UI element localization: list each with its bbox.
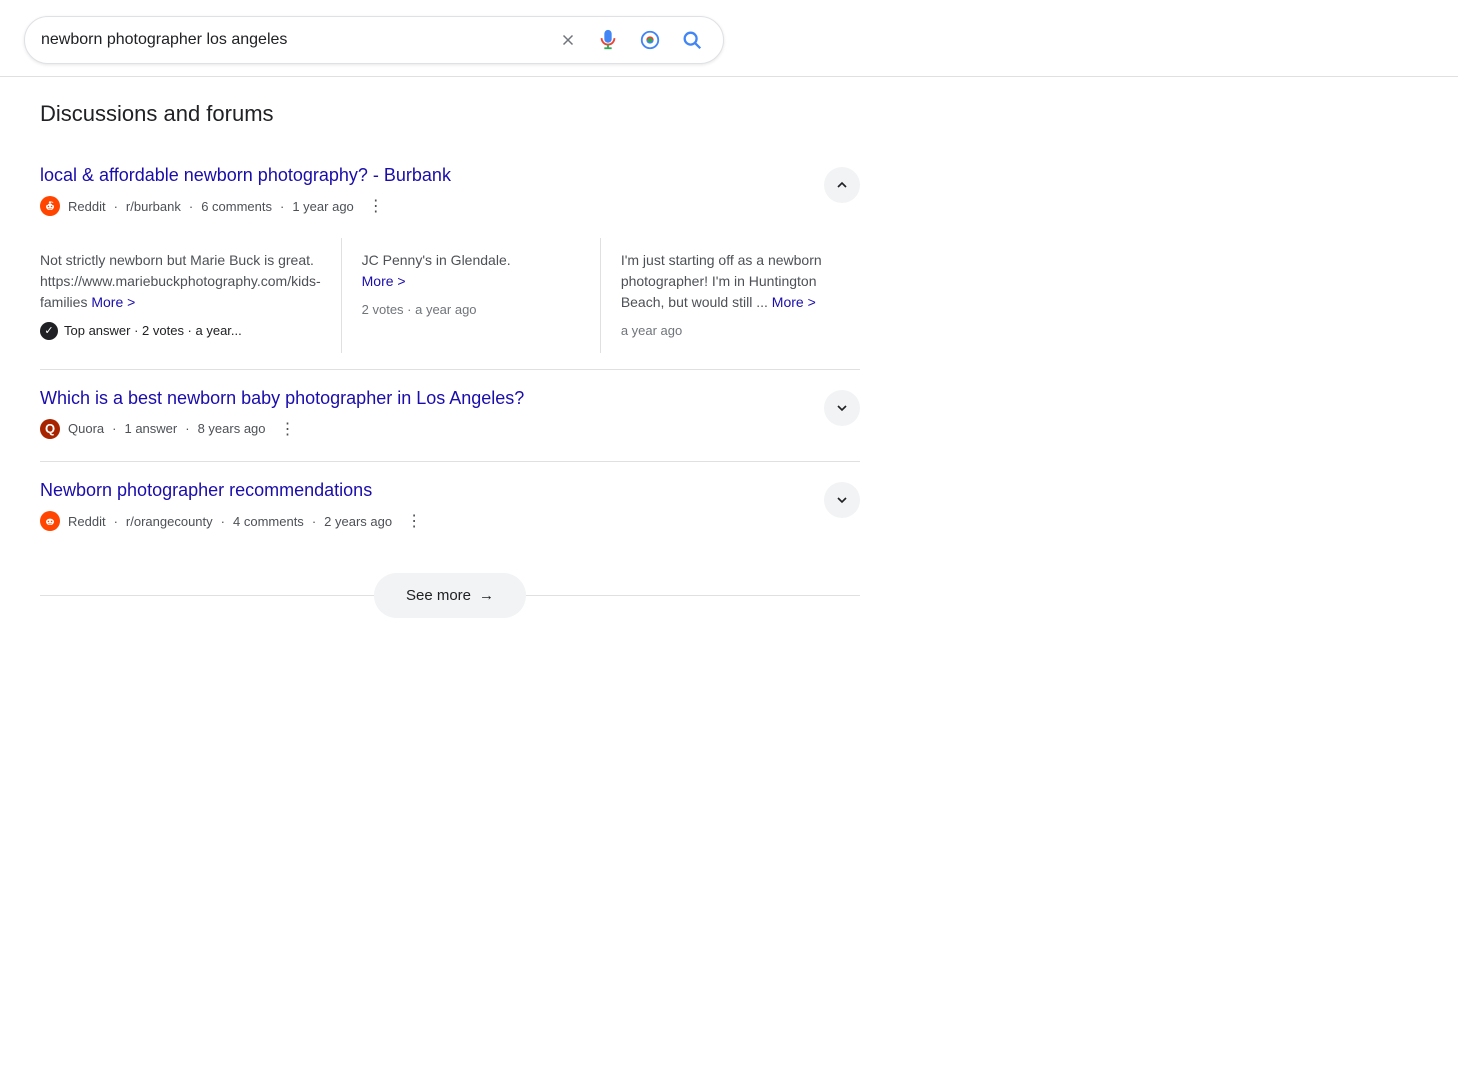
discussion-item-3: Newborn photographer recommendations Red… xyxy=(40,462,860,553)
more-link-1-2[interactable]: More > xyxy=(362,273,406,289)
quora-icon: Q xyxy=(40,419,60,439)
more-link-1-3[interactable]: More > xyxy=(772,294,816,310)
see-more-label: See more xyxy=(406,587,471,604)
time-ago-2: 8 years ago xyxy=(198,421,266,436)
answers-2: 1 answer xyxy=(124,421,177,436)
col-1-2-meta: 2 votes · a year ago xyxy=(362,300,580,320)
see-more-arrow: → xyxy=(479,587,494,604)
more-options-3[interactable]: ⋮ xyxy=(400,509,428,533)
voice-search-button[interactable] xyxy=(593,25,623,55)
search-input[interactable] xyxy=(41,31,555,49)
see-more-container: See more → xyxy=(40,573,860,618)
search-button[interactable] xyxy=(677,25,707,55)
discussion-2-header-left: Which is a best newborn baby photographe… xyxy=(40,386,524,453)
more-options-2[interactable]: ⋮ xyxy=(274,417,302,441)
discussion-1-meta: Reddit · r/burbank · 6 comments · 1 year… xyxy=(40,194,451,218)
lens-button[interactable] xyxy=(635,25,665,55)
discussion-1-title[interactable]: local & affordable newborn photography? … xyxy=(40,165,451,185)
section-title: Discussions and forums xyxy=(40,101,860,127)
time-ago-3: 2 years ago xyxy=(324,514,392,529)
comments-1: 6 comments xyxy=(201,199,272,214)
see-more-line-left xyxy=(40,595,374,596)
discussion-3-title[interactable]: Newborn photographer recommendations xyxy=(40,480,372,500)
col-1-1-text: Not strictly newborn but Marie Buck is g… xyxy=(40,252,321,310)
collapse-btn-2[interactable] xyxy=(824,390,860,426)
see-more-button[interactable]: See more → xyxy=(374,573,526,618)
col-1-3-meta: a year ago xyxy=(621,321,840,341)
collapse-btn-3[interactable] xyxy=(824,482,860,518)
reddit-icon-3 xyxy=(40,511,60,531)
discussion-3-meta: Reddit · r/orangecounty · 4 comments · 2… xyxy=(40,509,428,533)
col-1-2-text: JC Penny's in Glendale. xyxy=(362,250,580,271)
content-col-1-3: I'm just starting off as a newborn photo… xyxy=(601,238,860,353)
discussion-item: local & affordable newborn photography? … xyxy=(40,147,860,370)
discussion-3-header-left: Newborn photographer recommendations Red… xyxy=(40,478,428,545)
see-more-line-right xyxy=(526,595,860,596)
search-bar xyxy=(24,16,724,64)
search-icons xyxy=(555,25,707,55)
discussion-2-header[interactable]: Which is a best newborn baby photographe… xyxy=(40,370,860,461)
clear-button[interactable] xyxy=(555,27,581,53)
discussion-1-header-left: local & affordable newborn photography? … xyxy=(40,163,451,230)
discussion-2-meta: Q Quora · 1 answer · 8 years ago ⋮ xyxy=(40,417,524,441)
reddit-icon-1 xyxy=(40,196,60,216)
content-col-1-1: Not strictly newborn but Marie Buck is g… xyxy=(40,238,342,353)
search-bar-area xyxy=(0,0,1458,77)
discussion-3-header[interactable]: Newborn photographer recommendations Red… xyxy=(40,462,860,553)
source-name-2: Quora xyxy=(68,421,104,436)
top-answer-label: Top answer · 2 votes · a year... xyxy=(64,321,242,341)
discussion-item-2: Which is a best newborn baby photographe… xyxy=(40,370,860,462)
subreddit-1: r/burbank xyxy=(126,199,181,214)
more-link-1-1[interactable]: More > xyxy=(91,294,135,310)
check-icon: ✓ xyxy=(40,322,58,340)
collapse-btn-1[interactable] xyxy=(824,167,860,203)
discussion-2-title[interactable]: Which is a best newborn baby photographe… xyxy=(40,388,524,408)
comments-3: 4 comments xyxy=(233,514,304,529)
discussion-1-header[interactable]: local & affordable newborn photography? … xyxy=(40,147,860,238)
time-ago-1: 1 year ago xyxy=(292,199,353,214)
source-name-3: Reddit xyxy=(68,514,106,529)
top-answer-badge: ✓ Top answer · 2 votes · a year... xyxy=(40,321,321,341)
source-name-1: Reddit xyxy=(68,199,106,214)
more-options-1[interactable]: ⋮ xyxy=(362,194,390,218)
main-content: Discussions and forums local & affordabl… xyxy=(0,77,900,642)
subreddit-3: r/orangecounty xyxy=(126,514,213,529)
expanded-content-1: Not strictly newborn but Marie Buck is g… xyxy=(40,238,860,353)
content-col-1-2: JC Penny's in Glendale. More > 2 votes ·… xyxy=(342,238,601,353)
